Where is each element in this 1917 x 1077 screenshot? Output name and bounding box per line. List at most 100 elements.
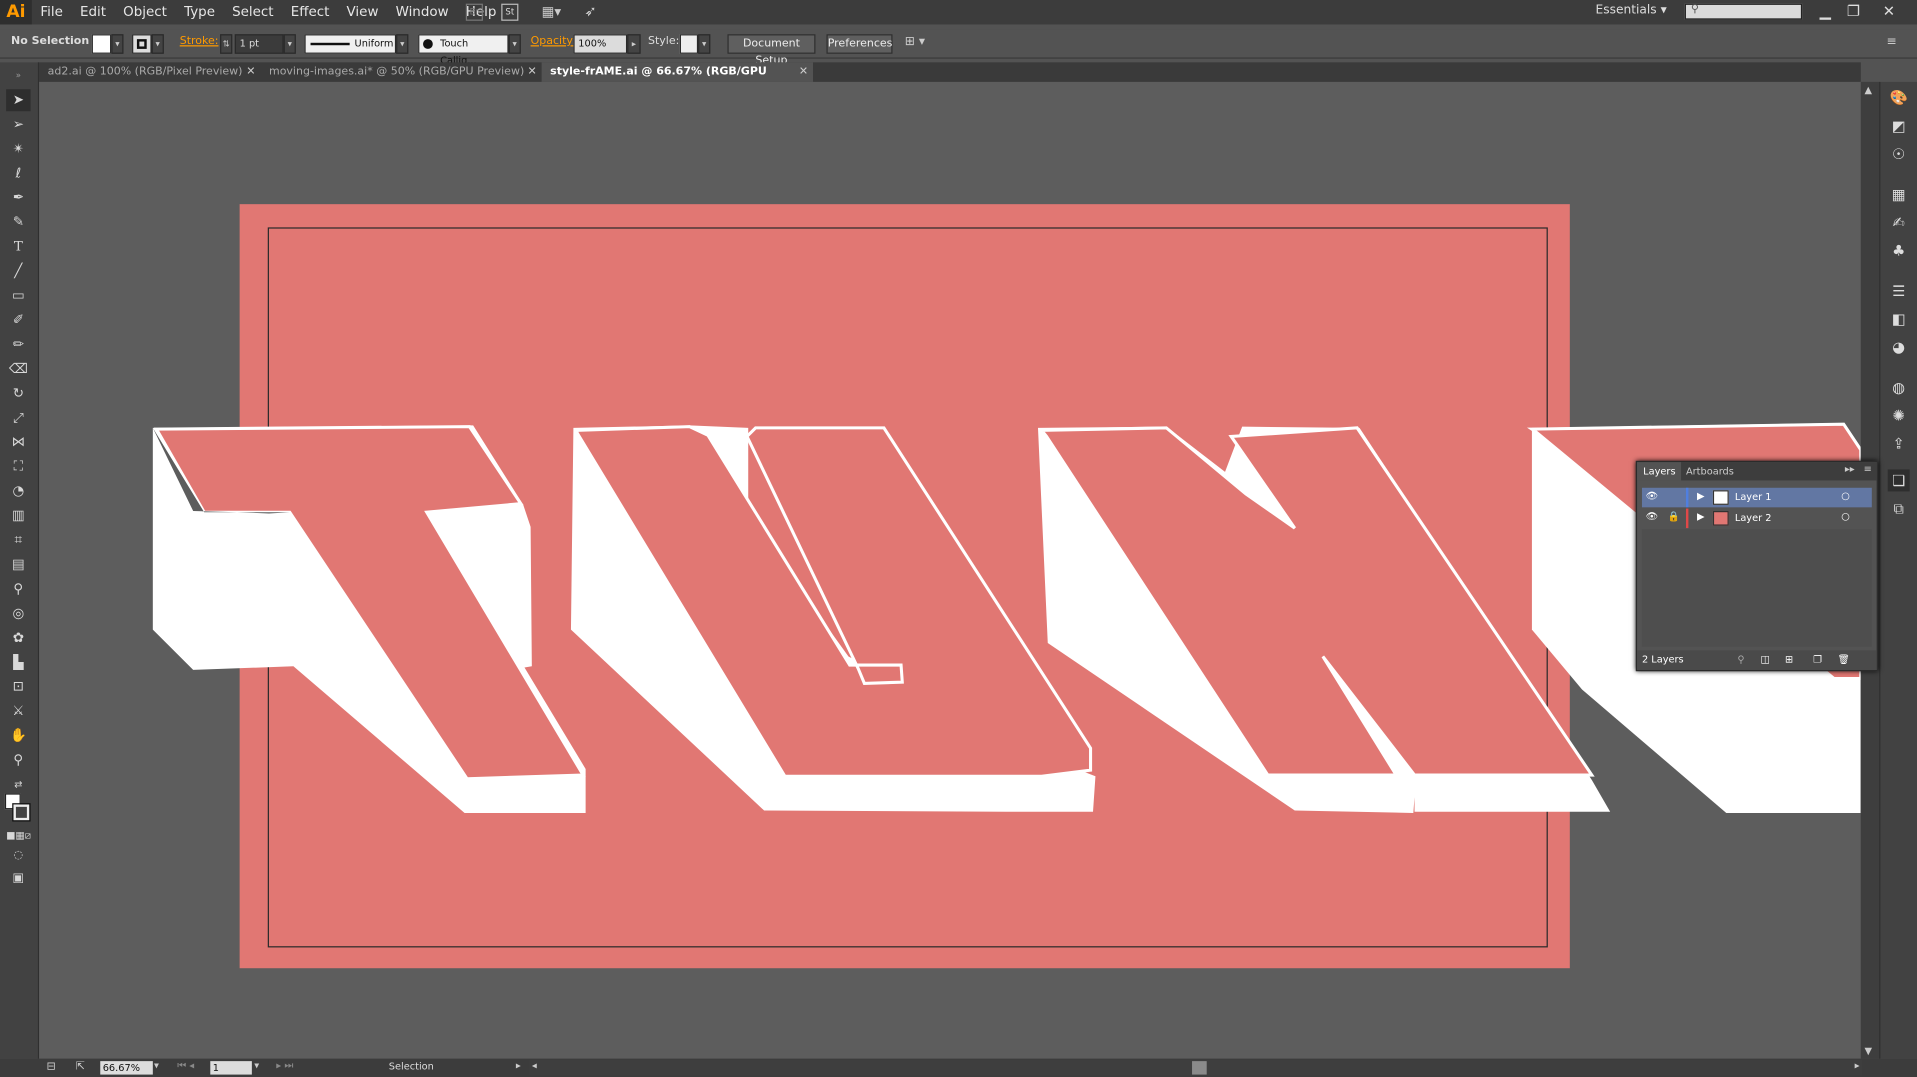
width-tool-icon[interactable]: ⋈ xyxy=(6,432,30,454)
document-setup-button[interactable]: Document Setup xyxy=(727,34,816,67)
help-search-input[interactable]: ⚲ xyxy=(1684,3,1803,20)
new-layer-icon[interactable]: ❐ xyxy=(1813,650,1822,670)
creative-cloud-libraries-icon[interactable]: ☉ xyxy=(1888,143,1910,165)
menu-edit[interactable]: Edit xyxy=(71,0,114,24)
bridge-button[interactable]: Br xyxy=(465,3,483,21)
artboard-dropdown[interactable]: ▾ xyxy=(254,1060,259,1071)
magic-wand-tool-icon[interactable]: ✴ xyxy=(6,138,30,160)
align-options-icon[interactable]: ⊞ ▾ xyxy=(905,35,925,48)
layer-name[interactable]: Layer 2 xyxy=(1735,512,1772,523)
brushes-panel-icon[interactable]: ✍ xyxy=(1888,211,1910,233)
hand-tool-icon[interactable]: ✋ xyxy=(6,725,30,747)
tab-moving-images[interactable]: moving-images.ai* @ 50% (RGB/GPU Preview… xyxy=(260,62,541,82)
menu-type[interactable]: Type xyxy=(176,0,224,24)
column-graph-tool-icon[interactable]: ▙ xyxy=(6,652,30,674)
shape-builder-tool-icon[interactable]: ◔ xyxy=(6,480,30,502)
tab-layers[interactable]: Layers xyxy=(1637,462,1682,481)
pen-tool-icon[interactable]: ✒ xyxy=(6,187,30,209)
panel-menu-icon[interactable]: ≡ xyxy=(1864,463,1872,474)
menu-file[interactable]: File xyxy=(32,0,72,24)
rotate-tool-icon[interactable]: ↻ xyxy=(6,383,30,405)
stroke-dropdown[interactable]: ▾ xyxy=(151,34,164,54)
menu-effect[interactable]: Effect xyxy=(282,0,338,24)
locate-object-icon[interactable]: ⚲ xyxy=(1737,650,1744,670)
symbols-panel-icon[interactable]: ♣ xyxy=(1888,240,1910,262)
scroll-right-icon[interactable]: ▸ xyxy=(1855,1060,1860,1071)
fill-dropdown[interactable]: ▾ xyxy=(111,34,124,54)
scroll-down-icon[interactable]: ▼ xyxy=(1864,1045,1872,1056)
artboard-tool-icon[interactable]: ⊡ xyxy=(6,676,30,698)
stroke-swatch[interactable] xyxy=(132,34,152,54)
zoom-dropdown[interactable]: ▾ xyxy=(154,1060,159,1071)
opacity-label[interactable]: Opacity: xyxy=(531,35,576,47)
tab-artboards[interactable]: Artboards xyxy=(1680,462,1740,480)
stroke-weight-dropdown[interactable]: ▾ xyxy=(283,34,296,54)
blend-tool-icon[interactable]: ◎ xyxy=(6,603,30,625)
slice-tool-icon[interactable]: ⚔ xyxy=(6,700,30,722)
screen-mode-icon[interactable]: ▣ xyxy=(6,868,30,890)
fill-swatch[interactable] xyxy=(91,34,112,54)
eraser-tool-icon[interactable]: ⌫ xyxy=(6,358,30,380)
asset-export-icon[interactable]: ⇪ xyxy=(1888,433,1910,455)
workspace-switcher[interactable]: Essentials ▾ xyxy=(1595,4,1666,17)
drawing-mode-icon[interactable]: ◌ xyxy=(6,845,30,867)
color-guide-icon[interactable]: ◩ xyxy=(1888,115,1910,137)
gradient-tool-icon[interactable]: ▤ xyxy=(6,554,30,576)
graphic-style-swatch[interactable] xyxy=(679,34,699,54)
symbol-sprayer-tool-icon[interactable]: ✿ xyxy=(6,627,30,649)
scroll-up-icon[interactable]: ▲ xyxy=(1864,84,1872,95)
expand-layer-icon[interactable]: ▶ xyxy=(1697,511,1705,522)
extruded-lettering-artwork[interactable] xyxy=(39,82,1861,1059)
layer-name[interactable]: Layer 1 xyxy=(1735,491,1772,502)
scroll-left-icon[interactable]: ◂ xyxy=(532,1060,537,1071)
menu-select[interactable]: Select xyxy=(224,0,283,24)
free-transform-tool-icon[interactable]: ⛶ xyxy=(6,456,30,478)
first-artboard-icon[interactable]: ⏮ ◂ xyxy=(177,1060,194,1072)
arrange-documents-icon[interactable]: ▦▾ xyxy=(542,4,569,21)
brush-dropdown[interactable]: ▾ xyxy=(508,34,521,54)
status-menu-arrow[interactable]: ▸ xyxy=(516,1060,521,1071)
visibility-eye-icon[interactable]: 👁 xyxy=(1646,511,1658,522)
tab-ad2[interactable]: ad2.ai @ 100% (RGB/Pixel Preview) ✕ xyxy=(39,62,260,82)
artboards-panel-icon[interactable]: ⧉ xyxy=(1888,498,1910,520)
lock-icon[interactable]: 🔒 xyxy=(1668,511,1680,522)
eyedropper-tool-icon[interactable]: ⚲ xyxy=(6,578,30,600)
layers-panel-icon[interactable]: ❏ xyxy=(1887,469,1910,492)
gpu-performance-icon[interactable]: ➶ xyxy=(584,2,604,22)
line-tool-icon[interactable]: ╱ xyxy=(6,260,30,282)
lasso-tool-icon[interactable]: ℓ xyxy=(6,163,30,185)
menu-view[interactable]: View xyxy=(338,0,387,24)
delete-layer-icon[interactable]: 🗑 xyxy=(1838,650,1850,670)
gradient-panel-icon[interactable]: ◧ xyxy=(1888,308,1910,330)
opacity-slider-button[interactable]: ▸ xyxy=(627,34,641,54)
visibility-eye-icon[interactable]: 👁 xyxy=(1646,490,1658,501)
type-tool-icon[interactable]: T xyxy=(6,236,30,258)
collapse-panel-icon[interactable]: ▸▸ xyxy=(1845,463,1855,474)
horizontal-scrollbar[interactable]: ◂ ▸ xyxy=(529,1059,1863,1076)
new-sublayer-icon[interactable]: ⊞ xyxy=(1785,650,1793,670)
rectangle-tool-icon[interactable]: ▭ xyxy=(6,285,30,307)
transparency-panel-icon[interactable]: ◕ xyxy=(1888,336,1910,358)
stroke-weight-input[interactable]: 1 pt xyxy=(234,34,284,54)
menu-object[interactable]: Object xyxy=(115,0,176,24)
scale-tool-icon[interactable]: ⤢ xyxy=(6,407,30,429)
selection-tool-icon[interactable]: ➤ xyxy=(6,89,31,112)
style-dropdown[interactable]: ▾ xyxy=(698,34,711,54)
menu-window[interactable]: Window xyxy=(387,0,457,24)
share-icon[interactable]: ⇱ xyxy=(76,1061,85,1073)
brush-definition[interactable]: Touch Callig... xyxy=(418,34,509,66)
zoom-level-input[interactable]: 66.67% xyxy=(100,1061,153,1075)
pencil-tool-icon[interactable]: ✏ xyxy=(6,334,30,356)
restore-button[interactable]: ❐ xyxy=(1840,2,1867,19)
opacity-input[interactable]: 100% xyxy=(573,34,628,54)
make-clipping-mask-icon[interactable]: ◫ xyxy=(1761,650,1770,670)
target-circle-icon[interactable]: ○ xyxy=(1841,511,1850,522)
preferences-button[interactable]: Preferences xyxy=(826,34,893,54)
layer-row-layer-2[interactable]: 👁 🔒 ▶ Layer 2 ○ xyxy=(1642,508,1872,529)
artboard-number-input[interactable]: 1 xyxy=(210,1061,252,1075)
zoom-tool-icon[interactable]: ⚲ xyxy=(6,749,30,771)
color-panel-icon[interactable]: 🎨 xyxy=(1888,87,1910,109)
curvature-tool-icon[interactable]: ✎ xyxy=(6,211,30,233)
direct-selection-tool-icon[interactable]: ➢ xyxy=(6,114,30,136)
stroke-label[interactable]: Stroke: xyxy=(180,35,219,47)
